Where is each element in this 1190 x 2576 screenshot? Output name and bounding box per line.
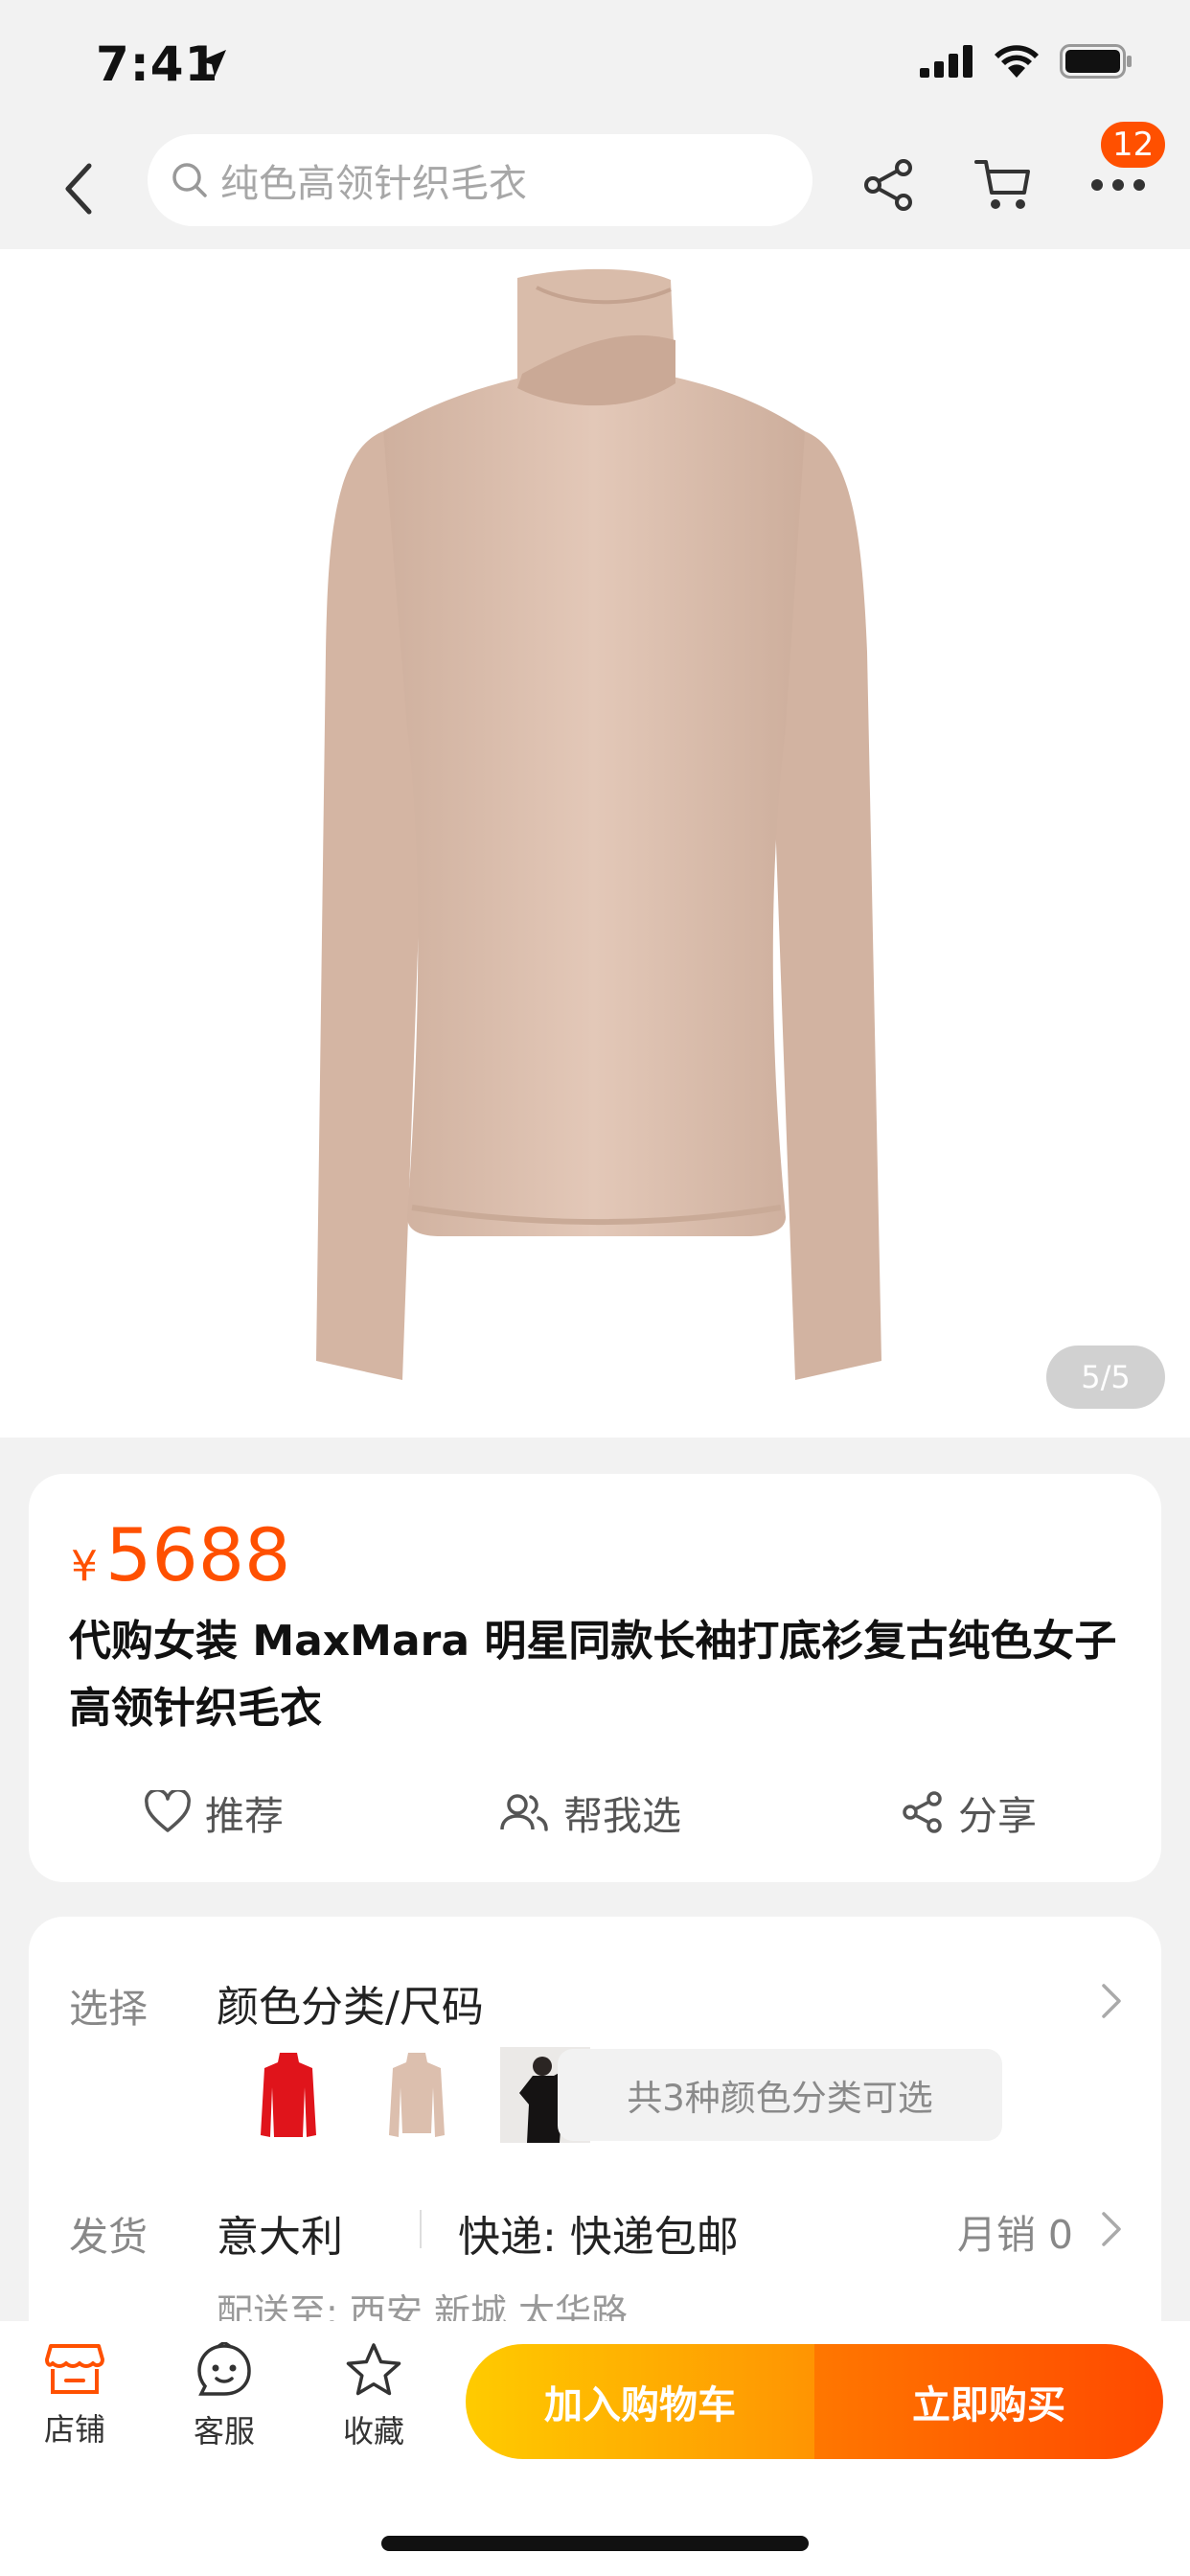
share-product-button[interactable]: 分享 <box>901 1779 1037 1846</box>
color-thumb-red[interactable] <box>243 2047 333 2143</box>
divider <box>420 2210 422 2248</box>
price-card: ¥ 5688 代购女装 MaxMara 明星同款长袖打底衫复古纯色女子高领针织毛… <box>29 1474 1161 1882</box>
product-photo-sweater <box>316 268 881 1380</box>
share-label: 分享 <box>958 1793 1037 1839</box>
product-detail-screen: 7:41 纯色高领针织毛衣 12 5/5 ¥ 5688 代购女装 MaxMara… <box>0 0 1190 2576</box>
search-box[interactable]: 纯色高领针织毛衣 <box>148 134 812 226</box>
product-actions: 推荐 帮我选 分享 <box>29 1779 1161 1846</box>
buy-now-button[interactable]: 立即购买 <box>814 2344 1163 2459</box>
status-bar: 7:41 <box>0 0 1190 128</box>
search-placeholder: 纯色高领针织毛衣 <box>220 162 527 206</box>
recommend-label: 推荐 <box>205 1793 284 1839</box>
shop-tab[interactable]: 店铺 <box>17 2342 132 2450</box>
cart-button[interactable] <box>970 151 1037 218</box>
color-thumbnails <box>243 2047 590 2143</box>
recommend-button[interactable]: 推荐 <box>144 1779 284 1846</box>
favorite-label: 收藏 <box>342 2413 404 2450</box>
beige-sweater-image <box>389 2053 445 2137</box>
spec-card: 选择 颜色分类/尺码 共3种颜色分类可选 发货 意大利 快递: 快递包邮 月销 … <box>29 1917 1161 2358</box>
back-button[interactable] <box>50 153 107 224</box>
choose-label: 选择 <box>69 1986 148 2032</box>
image-page-indicator: 5/5 <box>1046 1346 1165 1409</box>
ship-from: 意大利 <box>217 2213 343 2262</box>
add-to-cart-button[interactable]: 加入购物车 <box>466 2344 814 2459</box>
customer-service-icon <box>197 2340 251 2396</box>
price-currency: ¥ <box>71 1542 98 1591</box>
favorite-tab[interactable]: 收藏 <box>316 2342 431 2451</box>
heart-icon <box>145 1790 191 1832</box>
search-icon <box>172 163 207 197</box>
ship-label: 发货 <box>69 2214 148 2260</box>
status-icons <box>920 44 1133 79</box>
shop-label: 店铺 <box>43 2411 105 2448</box>
share-button[interactable] <box>855 151 922 218</box>
battery-icon <box>1060 44 1132 79</box>
express-info: 快递: 快递包邮 <box>458 2213 739 2262</box>
chevron-right-icon[interactable] <box>1100 2210 1123 2248</box>
home-indicator[interactable] <box>381 2536 809 2551</box>
chevron-left-icon <box>65 163 92 215</box>
variant-selector[interactable]: 颜色分类/尺码 <box>217 1972 484 2034</box>
chevron-right-icon[interactable] <box>1100 1982 1123 2020</box>
service-label: 客服 <box>193 2413 255 2450</box>
service-tab[interactable]: 客服 <box>167 2340 282 2451</box>
product-image-carousel[interactable]: 5/5 <box>0 249 1190 1438</box>
help-choose-button[interactable]: 帮我选 <box>498 1779 681 1846</box>
wifi-icon <box>995 45 1039 78</box>
location-arrow-icon <box>199 50 226 77</box>
group-icon <box>500 1794 548 1831</box>
shop-icon <box>45 2344 104 2394</box>
price: ¥ 5688 <box>71 1512 290 1598</box>
color-thumb-beige[interactable] <box>372 2047 462 2143</box>
more-dots-icon <box>1091 179 1145 191</box>
monthly-sales: 月销 0 <box>956 2212 1073 2258</box>
cart-icon <box>974 160 1030 209</box>
notification-badge: 12 <box>1098 119 1169 171</box>
nav-bar: 纯色高领针织毛衣 12 <box>0 119 1190 249</box>
product-title: 代购女装 MaxMara 明星同款长袖打底衫复古纯色女子高领针织毛衣 <box>69 1617 1117 1733</box>
red-sweater-image <box>261 2053 316 2137</box>
share-icon <box>903 1791 942 1833</box>
color-count-tag[interactable]: 共3种颜色分类可选 <box>558 2049 1002 2141</box>
price-amount: 5688 <box>105 1512 291 1598</box>
help-choose-label: 帮我选 <box>563 1793 681 1839</box>
cellular-signal-icon <box>920 45 973 78</box>
star-icon <box>346 2343 401 2396</box>
share-icon <box>864 159 912 211</box>
